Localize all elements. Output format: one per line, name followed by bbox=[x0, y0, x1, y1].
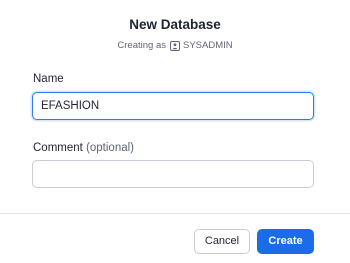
name-label: Name bbox=[33, 73, 64, 85]
user-badge-icon bbox=[169, 41, 180, 51]
new-database-dialog: New Database Creating as SYSADMIN Name C… bbox=[0, 0, 350, 263]
comment-optional-hint: (optional) bbox=[86, 142, 135, 154]
comment-label: Comment (optional) bbox=[33, 141, 134, 155]
create-button[interactable]: Create bbox=[257, 229, 314, 254]
dialog-title: New Database bbox=[129, 17, 221, 32]
name-input[interactable] bbox=[32, 92, 314, 120]
comment-input[interactable] bbox=[32, 160, 314, 188]
dialog-subtitle: Creating as SYSADMIN bbox=[0, 40, 350, 52]
cancel-button[interactable]: Cancel bbox=[194, 229, 250, 254]
subtitle-prefix: Creating as bbox=[117, 40, 166, 51]
comment-label-text: Comment bbox=[33, 142, 83, 154]
role-name: SYSADMIN bbox=[182, 40, 233, 51]
footer-divider bbox=[0, 213, 350, 214]
